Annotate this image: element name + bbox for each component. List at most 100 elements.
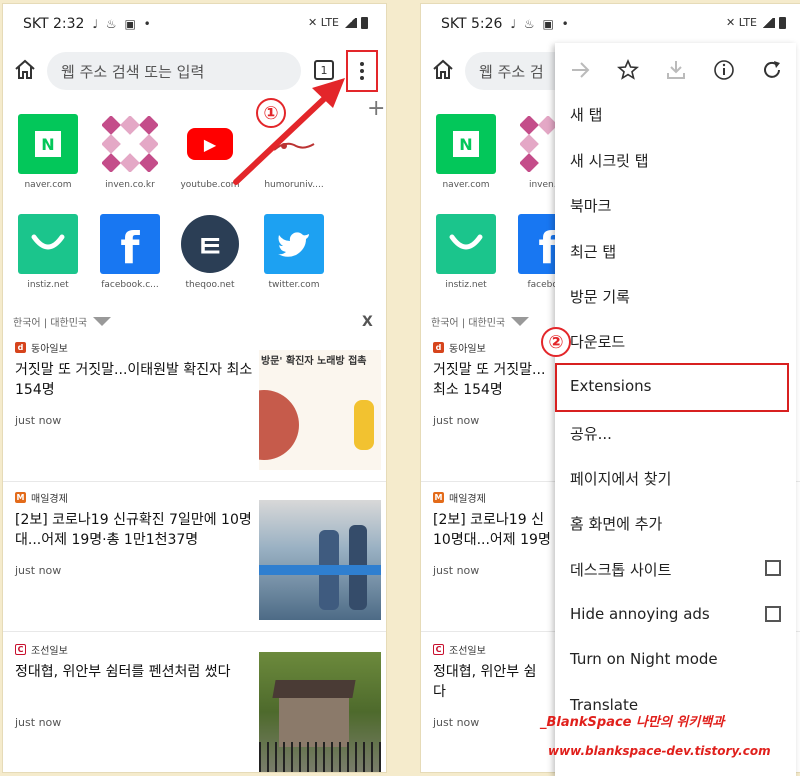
status-bar: SKT 2:32 ♩ ♨ ▣ • ✕ LTE (3, 4, 386, 44)
naver-icon: N (436, 114, 496, 174)
close-feed-icon[interactable]: X (362, 314, 373, 330)
dropdown-caret-icon (511, 317, 530, 326)
inven-icon (100, 114, 160, 174)
step-2-badge: ② (541, 327, 571, 357)
tile-label: instiz.net (27, 280, 69, 290)
instiz-icon (18, 214, 78, 274)
status-notification-icons: ♩ ♨ ▣ • (92, 17, 153, 31)
news-thumbnail (259, 500, 381, 620)
menu-item-add-to-home[interactable]: 홈 화면에 추가 (570, 513, 662, 534)
youtube-icon: ▶ (180, 114, 240, 174)
status-right-icons: ✕ LTE (726, 16, 786, 29)
screenshot-stage: SKT 2:32 ♩ ♨ ▣ • ✕ LTE 웹 주소 검색 또는 입력 1 +… (0, 0, 800, 776)
info-icon[interactable] (709, 55, 739, 85)
menu-item-new-incognito-tab[interactable]: 새 시크릿 탭 (570, 150, 649, 171)
news-source: M 매일경제 (433, 492, 486, 505)
status-notification-icons: ♩ ♨ ▣ • (510, 17, 571, 31)
menu-item-downloads[interactable]: 다운로드 (570, 331, 625, 352)
tile-twitter[interactable]: twitter.com (253, 214, 335, 290)
chosun-logo-icon: C (433, 644, 444, 655)
tile-label: inven.co.kr (105, 180, 155, 190)
menu-item-share[interactable]: 공유... (570, 423, 612, 444)
download-icon[interactable] (661, 55, 691, 85)
status-bar: SKT 5:26 ♩ ♨ ▣ • ✕ LTE (421, 4, 800, 44)
news-source: d 동아일보 (433, 340, 486, 355)
bookmark-star-icon[interactable] (613, 55, 643, 85)
tile-instiz[interactable]: instiz.net (7, 214, 89, 290)
step-1-badge: ① (256, 98, 286, 128)
battery-icon (361, 16, 368, 29)
tile-theqoo[interactable]: ㅌ theqoo.net (169, 214, 251, 290)
status-time: SKT 5:26 (441, 16, 503, 32)
locale-selector[interactable]: 한국어 | 대한민국 (431, 314, 530, 329)
mute-icon: ✕ LTE (726, 16, 757, 29)
news-time: just now (15, 716, 62, 729)
refresh-icon[interactable] (757, 55, 787, 85)
browser-toolbar: 웹 주소 검색 또는 입력 1 (3, 50, 386, 94)
tile-label: theqoo.net (185, 280, 235, 290)
menu-item-new-tab[interactable]: 새 탭 (570, 104, 602, 125)
news-time: just now (433, 564, 480, 577)
extensions-highlight (555, 363, 789, 412)
hide-ads-checkbox[interactable] (765, 606, 781, 622)
add-tile-icon[interactable]: + (367, 96, 385, 121)
tile-label: humoruniv.... (264, 180, 324, 190)
forward-icon[interactable] (565, 55, 595, 85)
signal-icon (761, 17, 775, 28)
address-placeholder: 웹 주소 검 (479, 62, 544, 81)
news-source: M 매일경제 (15, 492, 68, 505)
tile-facebook[interactable]: f facebook.c... (89, 214, 171, 290)
tile-inven[interactable]: inven.co.kr (89, 114, 171, 190)
locale-label: 한국어 | 대한민국 (13, 318, 88, 329)
tile-youtube[interactable]: ▶ youtube.com (169, 114, 251, 190)
instiz-icon (436, 214, 496, 274)
mk-logo-icon: M (15, 492, 26, 503)
tile-naver[interactable]: N naver.com (7, 114, 89, 190)
menu-item-hide-ads[interactable]: Hide annoying ads (570, 605, 710, 623)
mute-icon: ✕ LTE (308, 16, 339, 29)
menu-icon-row (555, 51, 796, 91)
donga-logo-icon: d (15, 342, 26, 353)
twitter-icon (264, 214, 324, 274)
signal-icon (343, 17, 357, 28)
donga-logo-icon: d (433, 342, 444, 353)
watermark-title: _BlankSpace 나만의 위키백과 (540, 715, 725, 730)
dropdown-caret-icon (93, 317, 112, 326)
news-card[interactable]: d 동아일보 거짓말 또 거짓말...이태원발 확진자 최소 154명 just… (3, 332, 386, 482)
menu-item-find-in-page[interactable]: 페이지에서 찾기 (570, 468, 671, 489)
news-time: just now (433, 414, 480, 427)
news-headline: 거짓말 또 거짓말...이태원발 확진자 최소 154명 (15, 362, 253, 398)
home-icon[interactable] (13, 58, 37, 82)
news-thumbnail: 방문' 확진자 노래방 접촉 (259, 350, 381, 470)
address-bar[interactable]: 웹 주소 검색 또는 입력 (47, 52, 301, 90)
tile-naver[interactable]: N naver.com (425, 114, 507, 190)
menu-item-history[interactable]: 방문 기록 (570, 286, 630, 307)
tile-instiz[interactable]: instiz.net (425, 214, 507, 290)
status-time: SKT 2:32 (23, 16, 85, 32)
battery-icon (779, 16, 786, 29)
home-icon[interactable] (431, 58, 455, 82)
tile-label: naver.com (442, 180, 490, 190)
status-right-icons: ✕ LTE (308, 16, 368, 29)
news-card[interactable]: M 매일경제 [2보] 코로나19 신규확진 7일만에 10명대...어제 19… (3, 482, 386, 632)
news-source: C 조선일보 (15, 642, 68, 657)
watermark-url: www.blankspace-dev.tistory.com (548, 744, 771, 758)
tile-label: naver.com (24, 180, 72, 190)
menu-item-bookmarks[interactable]: 북마크 (570, 195, 611, 216)
tab-switcher-button[interactable]: 1 (314, 60, 334, 80)
menu-item-night-mode[interactable]: Turn on Night mode (570, 650, 718, 668)
news-headline: [2보] 코로나19 신규확진 7일만에 10명대...어제 19명·총 1만1… (15, 512, 252, 548)
tile-label: twitter.com (268, 280, 320, 290)
news-time: just now (433, 716, 480, 729)
locale-label: 한국어 | 대한민국 (431, 318, 506, 329)
mk-logo-icon: M (433, 492, 444, 503)
locale-selector[interactable]: 한국어 | 대한민국 (13, 314, 112, 329)
news-source: C 조선일보 (433, 642, 486, 657)
facebook-icon: f (100, 214, 160, 274)
desktop-site-checkbox[interactable] (765, 560, 781, 576)
news-card[interactable]: C 조선일보 정대협, 위안부 쉼터를 펜션처럼 썼다 just now (3, 634, 386, 772)
theqoo-icon: ㅌ (180, 214, 240, 274)
menu-item-desktop-site[interactable]: 데스크톱 사이트 (570, 559, 671, 580)
menu-item-recent-tabs[interactable]: 최근 탭 (570, 241, 616, 262)
news-time: just now (15, 564, 62, 577)
